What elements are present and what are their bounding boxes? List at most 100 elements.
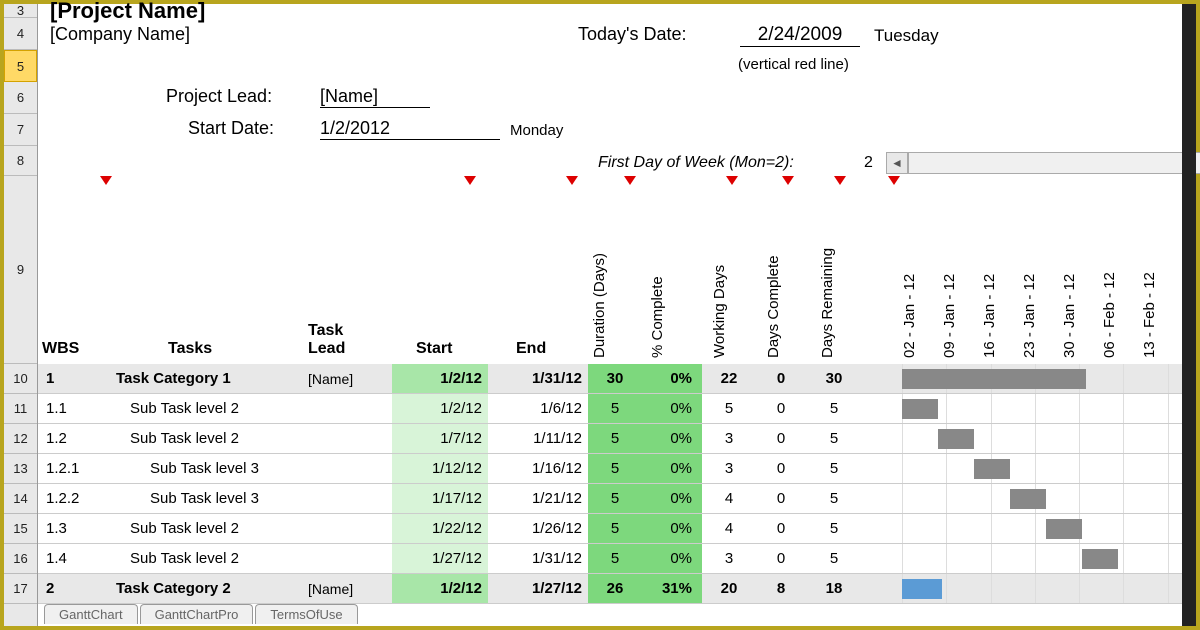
cell-days-complete[interactable]: 0 (756, 364, 806, 393)
col-wbs[interactable]: WBS (42, 340, 79, 358)
cell-end[interactable]: 1/26/12 (488, 514, 588, 543)
date-column-header[interactable]: 09 - Jan - 12 (941, 274, 958, 358)
cell-end[interactable]: 1/27/12 (488, 574, 588, 603)
cell-lead[interactable]: [Name] (302, 364, 392, 393)
cell-start[interactable]: 1/2/12 (392, 574, 488, 603)
cell-days-remaining[interactable]: 5 (806, 454, 862, 483)
project-name[interactable]: [Project Name] (50, 0, 205, 24)
cell-duration[interactable]: 26 (588, 574, 642, 603)
sheet-tab[interactable]: GanttChart (44, 604, 138, 624)
cell-duration[interactable]: 5 (588, 484, 642, 513)
cell-task[interactable]: Sub Task level 2 (110, 514, 302, 543)
cell-lead[interactable] (302, 514, 392, 543)
cell-end[interactable]: 1/11/12 (488, 424, 588, 453)
task-row[interactable]: 1.2.2Sub Task level 31/17/121/21/1250%40… (38, 484, 1196, 514)
task-row[interactable]: 1Task Category 1[Name]1/2/121/31/12300%2… (38, 364, 1196, 394)
cell-days-complete[interactable]: 8 (756, 574, 806, 603)
cell-end[interactable]: 1/31/12 (488, 544, 588, 573)
cell-task[interactable]: Task Category 2 (110, 574, 302, 603)
gantt-bar[interactable] (1082, 549, 1118, 569)
cell-pct-complete[interactable]: 0% (642, 514, 702, 543)
cell-task[interactable]: Task Category 1 (110, 364, 302, 393)
cell-days-remaining[interactable]: 5 (806, 424, 862, 453)
cell-task[interactable]: Sub Task level 3 (110, 454, 302, 483)
col-days-remaining[interactable]: Days Remaining (819, 248, 836, 358)
cell-task[interactable]: Sub Task level 2 (110, 544, 302, 573)
gantt-bar[interactable] (902, 369, 1086, 389)
col-days-complete[interactable]: Days Complete (765, 255, 782, 358)
date-column-header[interactable]: 23 - Jan - 12 (1021, 274, 1038, 358)
row-number[interactable]: 8 (4, 146, 37, 176)
cell-wbs[interactable]: 1.2.2 (38, 484, 110, 513)
cell-lead[interactable]: [Name] (302, 574, 392, 603)
row-number[interactable]: 6 (4, 82, 37, 114)
date-column-header[interactable]: 16 - Jan - 12 (981, 274, 998, 358)
sheet-tab[interactable]: TermsOfUse (255, 604, 357, 624)
task-row[interactable]: 1.2.1Sub Task level 3 1/12/121/16/12 5 0%30… (38, 454, 1196, 484)
gantt-bar[interactable] (974, 459, 1010, 479)
cell-duration[interactable]: 30 (588, 364, 642, 393)
cell-start[interactable]: 1/2/12 (392, 364, 488, 393)
cell-end[interactable]: 1/21/12 (488, 484, 588, 513)
cell-wbs[interactable]: 1.2.1 (38, 454, 110, 483)
cell-lead[interactable] (302, 454, 392, 483)
cell-pct-complete[interactable]: 0% (642, 454, 702, 483)
row-number[interactable]: 7 (4, 114, 37, 146)
cell-working-days[interactable]: 3 (702, 424, 756, 453)
cell-lead[interactable] (302, 544, 392, 573)
project-lead-value[interactable]: [Name] (320, 86, 430, 108)
cell-pct-complete[interactable]: 31% (642, 574, 702, 603)
cell-working-days[interactable]: 3 (702, 454, 756, 483)
cell-task[interactable]: Sub Task level 2 (110, 394, 302, 423)
task-row[interactable]: 1.3Sub Task level 21/22/121/26/1250%405 (38, 514, 1196, 544)
cell-wbs[interactable]: 1.4 (38, 544, 110, 573)
cell-days-complete[interactable]: 0 (756, 454, 806, 483)
row-number[interactable]: 16 (4, 544, 37, 574)
gantt-bar[interactable] (1046, 519, 1082, 539)
cell-start[interactable]: 1/12/12 (392, 454, 488, 483)
cell-end[interactable]: 1/16/12 (488, 454, 588, 483)
cell-working-days[interactable]: 22 (702, 364, 756, 393)
cell-lead[interactable] (302, 394, 392, 423)
row-number[interactable]: 4 (4, 18, 37, 50)
task-row[interactable]: 1.1Sub Task level 21/2/121/6/1250%505 (38, 394, 1196, 424)
col-end[interactable]: End (516, 340, 546, 358)
col-working-days[interactable]: Working Days (711, 265, 728, 358)
cell-working-days[interactable]: 3 (702, 544, 756, 573)
cell-working-days[interactable]: 4 (702, 514, 756, 543)
cell-days-remaining[interactable]: 30 (806, 364, 862, 393)
row-number[interactable]: 13 (4, 454, 37, 484)
cell-lead[interactable] (302, 424, 392, 453)
cell-days-remaining[interactable]: 5 (806, 484, 862, 513)
task-row[interactable]: 1.2Sub Task level 21/7/121/11/1250%305 (38, 424, 1196, 454)
sheet-tab[interactable]: GanttChartPro (140, 604, 254, 624)
cell-lead[interactable] (302, 484, 392, 513)
company-name[interactable]: [Company Name] (50, 24, 190, 45)
cell-days-complete[interactable]: 0 (756, 514, 806, 543)
row-number[interactable]: 12 (4, 424, 37, 454)
cell-working-days[interactable]: 5 (702, 394, 756, 423)
cell-pct-complete[interactable]: 0% (642, 424, 702, 453)
cell-wbs[interactable]: 1.3 (38, 514, 110, 543)
cell-start[interactable]: 1/17/12 (392, 484, 488, 513)
cell-start[interactable]: 1/7/12 (392, 424, 488, 453)
cell-days-complete[interactable]: 0 (756, 394, 806, 423)
cell-duration[interactable]: 5 (588, 394, 642, 423)
row-number[interactable]: 5 (4, 50, 37, 82)
cell-end[interactable]: 1/6/12 (488, 394, 588, 423)
cell-pct-complete[interactable]: 0% (642, 484, 702, 513)
cell-task[interactable]: Sub Task level 3 (110, 484, 302, 513)
cell-days-remaining[interactable]: 5 (806, 544, 862, 573)
col-tasks[interactable]: Tasks (168, 340, 212, 358)
cell-working-days[interactable]: 4 (702, 484, 756, 513)
date-column-header[interactable]: 06 - Feb - 12 (1101, 272, 1118, 358)
todays-date-value[interactable]: 2/24/2009 (740, 24, 860, 47)
date-column-header[interactable]: 02 - Jan - 12 (901, 274, 918, 358)
col-start[interactable]: Start (416, 340, 452, 358)
cell-wbs[interactable]: 1.2 (38, 424, 110, 453)
col-duration[interactable]: Duration (Days) (591, 253, 608, 358)
gantt-bar[interactable] (902, 399, 938, 419)
cell-end[interactable]: 1/31/12 (488, 364, 588, 393)
cell-pct-complete[interactable]: 0% (642, 364, 702, 393)
gantt-bar[interactable] (938, 429, 974, 449)
